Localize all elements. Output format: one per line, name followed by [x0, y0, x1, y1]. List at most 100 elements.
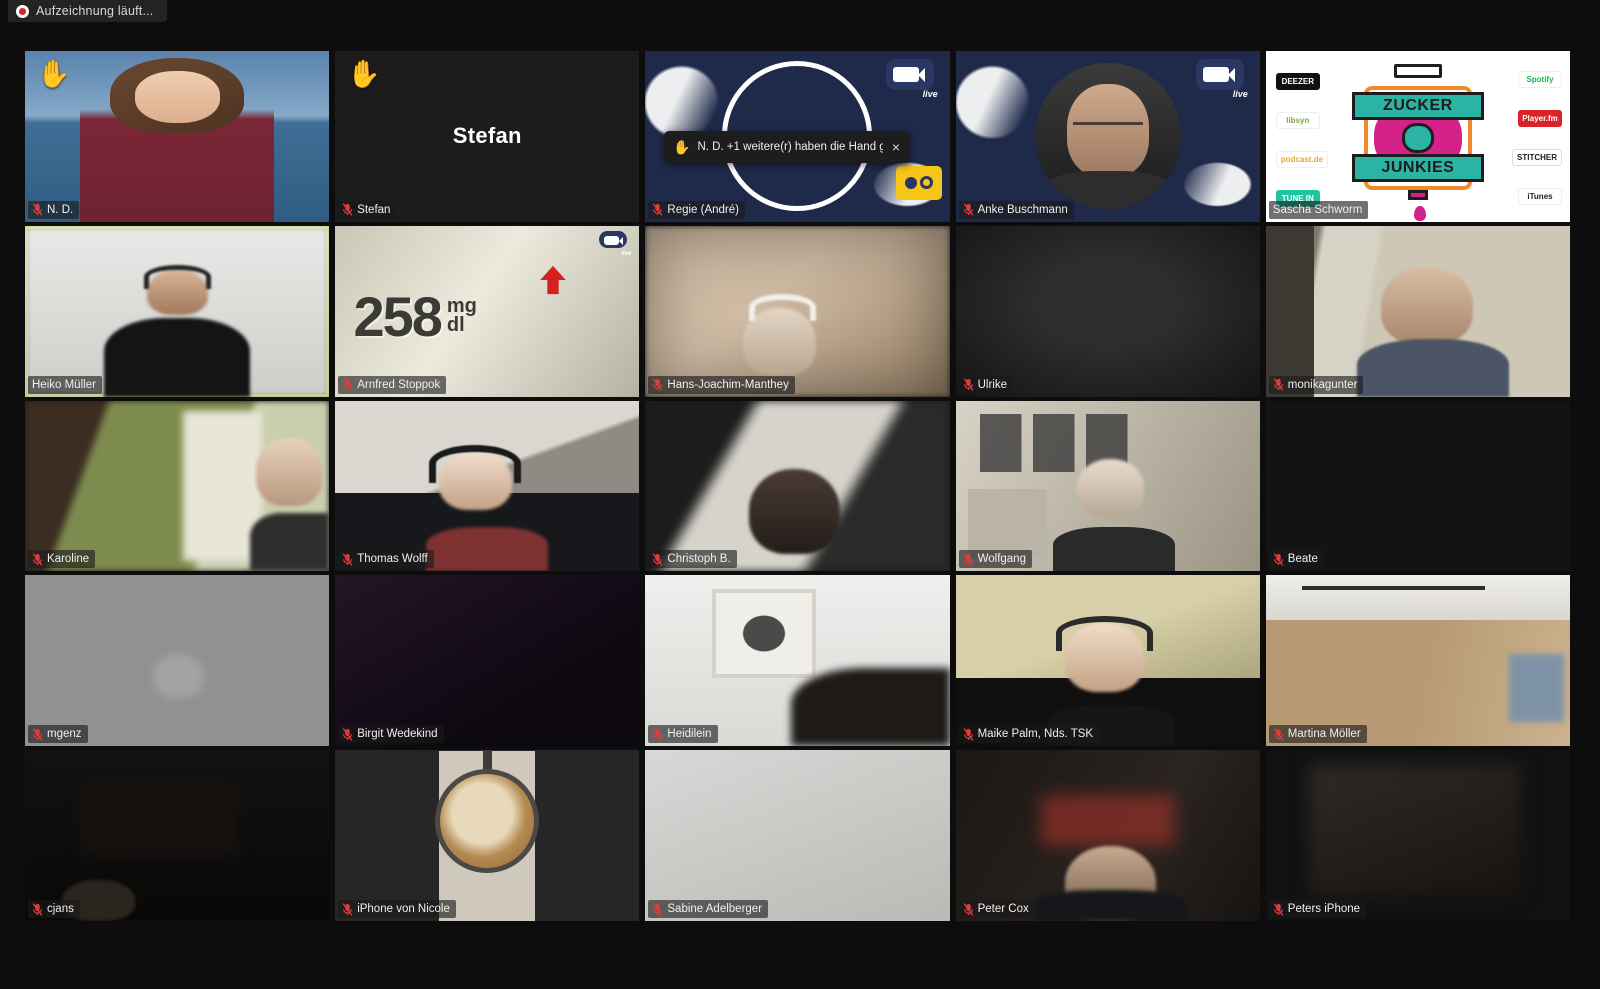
participant-name: Peter Cox — [977, 903, 1029, 915]
video-feed — [645, 750, 950, 921]
participant-name-badge: Peters iPhone — [1268, 900, 1367, 918]
participant-name: monikagunter — [1287, 378, 1358, 391]
participant-name-badge: N. D. — [28, 200, 80, 219]
video-feed — [1265, 225, 1570, 397]
mic-muted-icon — [32, 902, 43, 916]
shared-screen-glucose-reading: 258 mg dl — [335, 225, 640, 397]
podcast-badges-right: Spotify Player.fm STITCHER iTunes — [1506, 71, 1562, 205]
zucker-junkies-logo: ZUCKER JUNKIES — [1351, 64, 1484, 222]
participant-name: Hans-Joachim-Manthey — [667, 378, 789, 391]
video-feed — [955, 400, 1260, 572]
participant-name: Thomas Wolff — [357, 553, 428, 566]
participant-name-badge: Heiko Müller — [28, 375, 102, 394]
participant-tile-martina-moeller[interactable]: Martina Möller — [1265, 575, 1570, 747]
participant-name: N. D. — [47, 203, 74, 216]
mic-muted-icon — [652, 727, 663, 741]
raised-hand-toast[interactable]: ✋ N. D. +1 weitere(r) haben die Hand geh… — [664, 131, 910, 163]
participant-tile-mgenz[interactable]: mgenz — [25, 575, 330, 747]
participant-tile-sabine-adelberger[interactable]: Sabine Adelberger — [645, 750, 950, 921]
badge-itunes: iTunes — [1518, 188, 1562, 205]
participant-name: Ulrike — [977, 378, 1007, 391]
participant-name: mgenz — [47, 728, 82, 741]
participant-tile-peters-iphone[interactable]: Peters iPhone — [1265, 750, 1570, 921]
participant-name: Birgit Wedekind — [357, 728, 438, 741]
participant-name-badge: mgenz — [28, 725, 88, 744]
participant-name: Stefan — [357, 203, 391, 216]
badge-spotify: Spotify — [1518, 71, 1562, 88]
participant-name-badge: Christoph B. — [648, 550, 737, 569]
participant-name-badge: Beate — [1268, 550, 1324, 569]
logo-title-top: ZUCKER — [1351, 92, 1484, 121]
participant-tile-thomas-wolff[interactable]: Thomas Wolff — [335, 400, 640, 572]
mic-muted-icon — [32, 553, 43, 566]
trend-up-arrow-icon — [540, 266, 566, 295]
participant-name: Heiko Müller — [32, 378, 96, 391]
participant-name-badge: Sascha Schworm — [1268, 200, 1369, 219]
participant-tile-cjans[interactable]: cjans — [25, 750, 330, 921]
mic-muted-icon — [342, 727, 353, 741]
participant-tile-arnfred-stoppok[interactable]: 258 mg dl live Arnfred Stoppok — [335, 225, 640, 397]
participant-name-badge: Anke Buschmann — [958, 200, 1074, 219]
participant-tile-monikagunter[interactable]: monikagunter — [1265, 225, 1570, 397]
participant-tile-stefan[interactable]: ✋ Stefan Stefan — [335, 51, 640, 222]
raised-hand-icon: ✋ — [673, 139, 691, 155]
mic-muted-icon — [963, 902, 974, 916]
participant-name-badge: Sabine Adelberger — [648, 900, 769, 918]
raised-hand-icon: ✋ — [347, 59, 381, 89]
participant-tile-wolfgang[interactable]: Wolfgang — [955, 400, 1260, 572]
mic-muted-icon — [32, 203, 43, 217]
participant-tile-hans-joachim-manthey[interactable]: Hans-Joachim-Manthey — [645, 225, 950, 397]
participant-tile-sascha-schworm[interactable]: DEEZER libsyn podcast.de TUNE IN ZUCKER … — [1265, 51, 1570, 222]
participant-tile-birgit-wedekind[interactable]: Birgit Wedekind — [335, 575, 640, 747]
video-feed — [955, 750, 1260, 921]
video-feed — [335, 750, 640, 921]
participant-name: Sascha Schworm — [1272, 203, 1363, 216]
video-feed — [25, 575, 330, 747]
participant-name: iPhone von Nicole — [357, 903, 450, 915]
mic-muted-icon — [963, 553, 974, 566]
db-aid-live-logo-icon: live — [885, 59, 940, 99]
mic-muted-icon — [342, 902, 353, 916]
participant-name: Maike Palm, Nds. TSK — [977, 728, 1094, 741]
participant-tile-peter-cox[interactable]: Peter Cox — [955, 750, 1260, 921]
mic-muted-icon — [652, 378, 663, 391]
participant-tile-ulrike[interactable]: Ulrike — [955, 225, 1260, 397]
participant-name-badge: Birgit Wedekind — [338, 725, 444, 744]
participant-name-badge: Arnfred Stoppok — [338, 375, 447, 394]
participant-name-badge: Wolfgang — [958, 550, 1032, 569]
participant-name-badge: Regie (André) — [648, 200, 745, 219]
participant-name-badge: Hans-Joachim-Manthey — [648, 375, 795, 394]
raised-hand-icon: ✋ — [37, 59, 71, 89]
participant-name-badge: Ulrike — [958, 375, 1013, 394]
participant-name: Sabine Adelberger — [667, 903, 763, 915]
participant-name: Karoline — [47, 553, 90, 566]
participant-name-badge: iPhone von Nicole — [338, 900, 456, 918]
glucose-value: 258 — [353, 284, 442, 348]
recording-indicator[interactable]: Aufzeichnung läuft... — [8, 0, 168, 22]
participant-tile-n-d[interactable]: ✋ N. D. — [25, 51, 330, 222]
participant-tile-karoline[interactable]: Karoline — [25, 400, 330, 572]
mic-muted-icon — [342, 203, 353, 217]
participant-name: Wolfgang — [977, 553, 1026, 566]
participant-tile-heiko-mueller[interactable]: Heiko Müller — [25, 225, 330, 397]
moderator-badge-icon — [895, 165, 942, 200]
participant-tile-beate[interactable]: Beate — [1265, 400, 1570, 572]
participant-tile-iphone-von-nicole[interactable]: iPhone von Nicole — [335, 750, 640, 921]
video-feed — [1265, 575, 1570, 747]
badge-deezer: DEEZER — [1275, 73, 1320, 90]
participant-tile-anke-buschmann[interactable]: live Anke Buschmann — [955, 51, 1260, 222]
participant-tile-christoph-b[interactable]: Christoph B. — [645, 400, 950, 572]
participant-tile-maike-palm[interactable]: Maike Palm, Nds. TSK — [955, 575, 1260, 747]
badge-podcastde: podcast.de — [1275, 151, 1329, 168]
participant-name-badge: Heidilein — [648, 725, 718, 744]
participant-name: Regie (André) — [667, 203, 739, 216]
close-icon[interactable]: × — [890, 140, 902, 154]
mic-muted-icon — [1273, 553, 1284, 566]
participant-tile-heidilein[interactable]: Heidilein — [645, 575, 950, 747]
video-feed — [645, 225, 950, 397]
participant-name-badge: cjans — [28, 900, 80, 918]
mic-muted-icon — [963, 203, 974, 217]
video-feed — [25, 750, 330, 921]
video-feed — [645, 575, 950, 747]
db-aid-live-logo-icon: live — [599, 230, 633, 257]
